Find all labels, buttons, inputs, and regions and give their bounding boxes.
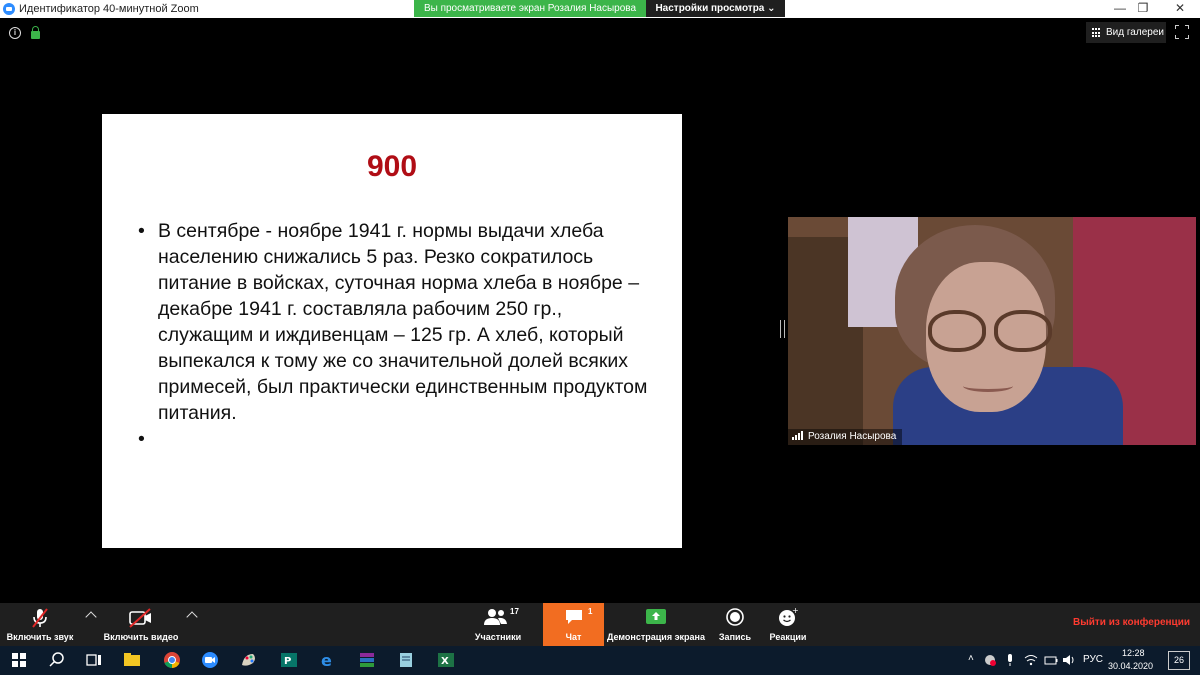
share-screen-icon (646, 609, 666, 624)
glasses-right (994, 310, 1052, 352)
slide-bullet-list: В сентябре - ноябре 1941 г. нормы выдачи… (138, 218, 648, 452)
slide-bullet: В сентябре - ноябре 1941 г. нормы выдачи… (138, 218, 648, 426)
participants-label: Участники (474, 632, 522, 642)
reactions-label: Реакции (769, 632, 807, 642)
video-off-icon (129, 608, 151, 628)
participant-video-tile[interactable]: Розалия Насырова (788, 217, 1196, 445)
winrar-icon[interactable] (357, 650, 377, 670)
glasses-left (928, 310, 986, 352)
chat-bubble-icon (566, 610, 582, 624)
edge-icon[interactable]: e (318, 650, 338, 670)
window-title: Идентификатор 40-минутной Zoom (19, 3, 199, 15)
slide-title: 900 (366, 150, 418, 183)
muted-microphone-icon (32, 608, 48, 628)
windows-taskbar: P e X ˄ РУС 12:28 30.04.2020 26 (0, 646, 1200, 675)
unmute-button[interactable]: Включить звук (4, 603, 76, 646)
gallery-grid-icon (1092, 28, 1102, 38)
start-video-label: Включить видео (103, 632, 179, 642)
meeting-toolbar: Включить звук Включить видео 17 Участник… (0, 603, 1200, 646)
clock-time[interactable]: 12:28 (1122, 648, 1145, 658)
close-button[interactable]: ✕ (1170, 1, 1190, 15)
shared-slide: 900 В сентябре - ноябре 1941 г. нормы вы… (102, 114, 682, 548)
share-screen-label: Демонстрация экрана (606, 632, 706, 642)
svg-text:+: + (792, 607, 798, 615)
input-language[interactable]: РУС (1083, 654, 1103, 665)
publisher-icon[interactable]: P (279, 650, 299, 670)
signal-strength-icon (792, 431, 806, 440)
maximize-button[interactable]: ❐ (1133, 1, 1153, 15)
record-label: Запись (718, 632, 752, 642)
view-settings-button[interactable]: Настройки просмотра ⌄ (646, 0, 785, 17)
participant-name: Розалия Насырова (808, 431, 897, 442)
excel-icon[interactable]: X (436, 650, 456, 670)
start-video-button[interactable]: Включить видео (100, 603, 182, 646)
battery-icon[interactable] (1044, 653, 1058, 667)
chrome-icon[interactable] (162, 650, 182, 670)
gallery-view-button[interactable]: Вид галереи (1086, 22, 1166, 43)
notification-center-button[interactable]: 26 (1168, 651, 1190, 670)
svg-text:e: e (321, 651, 332, 670)
tray-chevron-icon[interactable]: ˄ (968, 653, 974, 664)
participants-button[interactable]: 17 Участники (470, 603, 526, 646)
tray-app-icon[interactable] (983, 653, 997, 667)
video-options-caret-icon[interactable] (186, 611, 198, 623)
zoom-logo-icon (3, 3, 15, 15)
leave-meeting-button[interactable]: Выйти из конференции (1073, 617, 1190, 628)
windows-start-icon[interactable] (9, 650, 29, 670)
svg-text:X: X (441, 656, 449, 667)
chat-button[interactable]: 1 Чат (543, 603, 604, 646)
microphone-tray-icon[interactable] (1004, 653, 1016, 667)
participants-icon (484, 609, 507, 625)
gallery-view-label: Вид галереи (1106, 27, 1164, 38)
fullscreen-icon[interactable] (1175, 25, 1189, 39)
volume-icon[interactable] (1062, 653, 1076, 667)
split-view-drag-handle[interactable] (780, 320, 785, 338)
reactions-button[interactable]: + Реакции (764, 603, 812, 646)
lock-icon[interactable] (31, 26, 40, 39)
unmute-label: Включить звук (6, 632, 74, 642)
file-explorer-icon[interactable] (122, 650, 142, 670)
info-icon[interactable]: i (9, 27, 21, 39)
notepad-icon[interactable] (396, 650, 416, 670)
participants-count: 17 (510, 607, 519, 616)
record-button[interactable]: Запись (712, 603, 758, 646)
wifi-icon[interactable] (1024, 653, 1038, 667)
chat-badge: 1 (588, 607, 593, 616)
paint-icon[interactable] (239, 650, 259, 670)
search-icon[interactable] (47, 650, 67, 670)
clock-date[interactable]: 30.04.2020 (1108, 661, 1153, 671)
participant-smile (963, 380, 1013, 392)
participant-name-tag: Розалия Насырова (788, 429, 903, 445)
minimize-button[interactable]: — (1110, 1, 1130, 15)
reactions-icon: + (779, 607, 798, 626)
share-screen-button[interactable]: Демонстрация экрана (606, 603, 706, 646)
screen-share-banner: Вы просматриваете экран Розалия Насырова (414, 0, 646, 17)
chat-label: Чат (565, 632, 582, 642)
record-icon (726, 608, 744, 626)
zoom-icon[interactable] (200, 650, 220, 670)
svg-text:P: P (284, 656, 291, 667)
slide-bullet (138, 426, 648, 452)
audio-options-caret-icon[interactable] (85, 611, 97, 623)
task-view-icon[interactable] (84, 650, 104, 670)
